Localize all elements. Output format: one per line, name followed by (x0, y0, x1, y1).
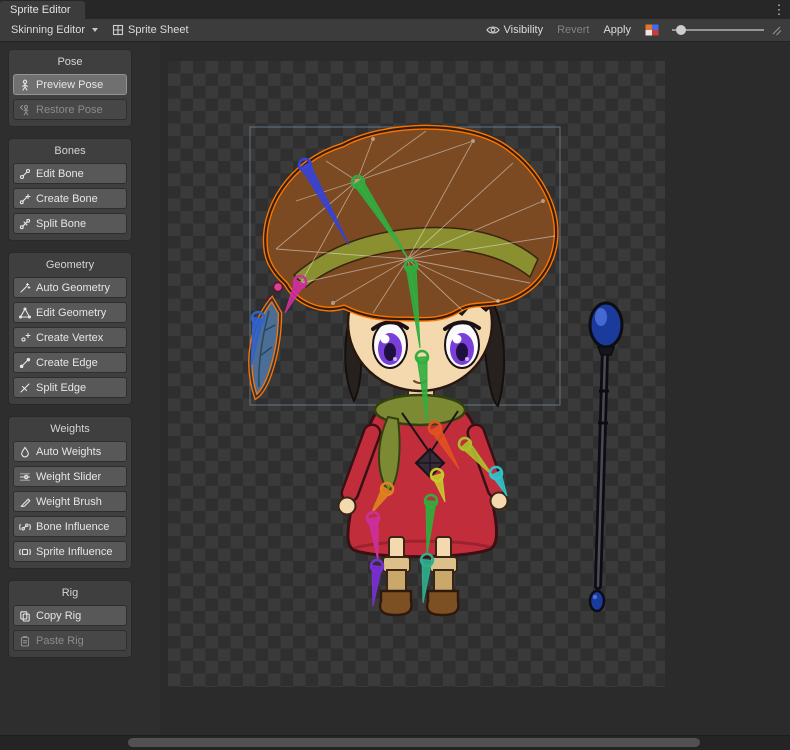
edit-bone-button[interactable]: Edit Bone (13, 163, 127, 184)
panel-title: Bones (13, 145, 127, 157)
revert-button[interactable]: Revert (550, 19, 596, 41)
auto-geometry-icon (19, 282, 31, 294)
overlay-opacity-slider[interactable] (672, 19, 764, 41)
preview-pose-button[interactable]: Preview Pose (13, 74, 127, 95)
split-edge-icon (19, 382, 31, 394)
split-bone-button[interactable]: Split Bone (13, 213, 127, 234)
bone-influence-button[interactable]: Bone Influence (13, 516, 127, 537)
button-label: Auto Geometry (36, 282, 110, 294)
sprite-sheet-button[interactable]: Sprite Sheet (105, 19, 196, 41)
edit-geometry-icon (19, 307, 31, 319)
weight-brush-button[interactable]: Weight Brush (13, 491, 127, 512)
eye-icon (486, 25, 500, 35)
button-label: Preview Pose (36, 79, 103, 91)
overlay-color-swatch[interactable] (638, 19, 666, 41)
preview-pose-icon (19, 79, 31, 91)
split-edge-button[interactable]: Split Edge (13, 377, 127, 398)
button-label: Restore Pose (36, 104, 103, 116)
create-vertex-icon (19, 332, 31, 344)
sprite-editor-window: Sprite Editor ⋮ Skinning Editor Sprite S… (0, 0, 790, 750)
horizontal-scrollbar-thumb[interactable] (128, 738, 700, 747)
button-label: Bone Influence (36, 521, 109, 533)
copy-rig-icon (19, 610, 31, 622)
button-label: Paste Rig (36, 635, 84, 647)
button-label: Split Bone (36, 218, 86, 230)
sprite-render (168, 61, 665, 687)
viewport (160, 42, 790, 735)
button-label: Auto Weights (36, 446, 101, 458)
create-edge-icon (19, 357, 31, 369)
panel-geometry: Geometry Auto Geometry Edit Geometry Cre… (8, 252, 132, 405)
create-bone-icon (19, 193, 31, 205)
create-edge-button[interactable]: Create Edge (13, 352, 127, 373)
button-label: Edit Geometry (36, 307, 106, 319)
bone-influence-icon (19, 521, 31, 533)
apply-button[interactable]: Apply (596, 19, 638, 41)
split-bone-icon (19, 218, 31, 230)
panel-rig: Rig Copy Rig Paste Rig (8, 580, 132, 658)
sprite-influence-button[interactable]: Sprite Influence (13, 541, 127, 562)
tab-sprite-editor[interactable]: Sprite Editor (0, 1, 85, 19)
horizontal-scrollbar[interactable] (0, 735, 790, 750)
tab-strip-spacer (85, 0, 768, 19)
button-label: Split Edge (36, 382, 86, 394)
panel-title: Weights (13, 423, 127, 435)
sprite-sheet-icon (112, 24, 124, 36)
tab-label: Sprite Editor (10, 4, 71, 16)
button-label: Edit Bone (36, 168, 84, 180)
sprite-influence-icon (19, 546, 31, 558)
copy-rig-button[interactable]: Copy Rig (13, 605, 127, 626)
color-swatch-icon (645, 24, 659, 36)
button-label: Copy Rig (36, 610, 81, 622)
auto-weights-icon (19, 446, 31, 458)
paste-rig-button[interactable]: Paste Rig (13, 630, 127, 651)
panel-title: Geometry (13, 259, 127, 271)
create-vertex-button[interactable]: Create Vertex (13, 327, 127, 348)
revert-label: Revert (557, 24, 589, 36)
button-label: Create Vertex (36, 332, 103, 344)
apply-label: Apply (603, 24, 631, 36)
panel-title: Rig (13, 587, 127, 599)
button-label: Sprite Influence (36, 546, 112, 558)
character-sprite[interactable] (250, 127, 556, 615)
edit-bone-icon (19, 168, 31, 180)
toolbar: Skinning Editor Sprite Sheet Visibility … (0, 19, 790, 42)
main-content: Pose Preview Pose Restore Pose Bones Edi… (0, 42, 790, 735)
restore-pose-icon (19, 104, 31, 116)
edit-geometry-button[interactable]: Edit Geometry (13, 302, 127, 323)
skinning-editor-label: Skinning Editor (11, 24, 85, 36)
visibility-toggle[interactable]: Visibility (479, 19, 551, 41)
panel-weights: Weights Auto Weights Weight Slider Weigh… (8, 416, 132, 569)
staff-sprite[interactable] (590, 303, 622, 611)
button-label: Weight Slider (36, 471, 101, 483)
visibility-label: Visibility (504, 24, 544, 36)
auto-geometry-button[interactable]: Auto Geometry (13, 277, 127, 298)
weight-brush-icon (19, 496, 31, 508)
sprite-canvas[interactable] (168, 61, 665, 687)
button-label: Create Edge (36, 357, 98, 369)
button-label: Create Bone (36, 193, 98, 205)
sprite-sheet-label: Sprite Sheet (128, 24, 189, 36)
weight-slider-button[interactable]: Weight Slider (13, 466, 127, 487)
toolbar-right-group: Visibility Revert Apply (479, 19, 786, 41)
diagonal-lines-icon (770, 24, 782, 36)
tab-strip: Sprite Editor ⋮ (0, 0, 790, 19)
paste-rig-icon (19, 635, 31, 647)
restore-pose-button[interactable]: Restore Pose (13, 99, 127, 120)
create-bone-button[interactable]: Create Bone (13, 188, 127, 209)
panel-title: Pose (13, 56, 127, 68)
window-menu-icon[interactable]: ⋮ (768, 0, 790, 19)
button-label: Weight Brush (36, 496, 102, 508)
panel-bones: Bones Edit Bone Create Bone Split Bone (8, 138, 132, 241)
auto-weights-button[interactable]: Auto Weights (13, 441, 127, 462)
weight-slider-icon (19, 471, 31, 483)
skinning-editor-dropdown[interactable]: Skinning Editor (4, 19, 105, 41)
slider-knob[interactable] (676, 25, 686, 35)
panel-pose: Pose Preview Pose Restore Pose (8, 49, 132, 127)
skinning-tool-sidebar: Pose Preview Pose Restore Pose Bones Edi… (0, 42, 160, 735)
chevron-down-icon (92, 28, 98, 32)
